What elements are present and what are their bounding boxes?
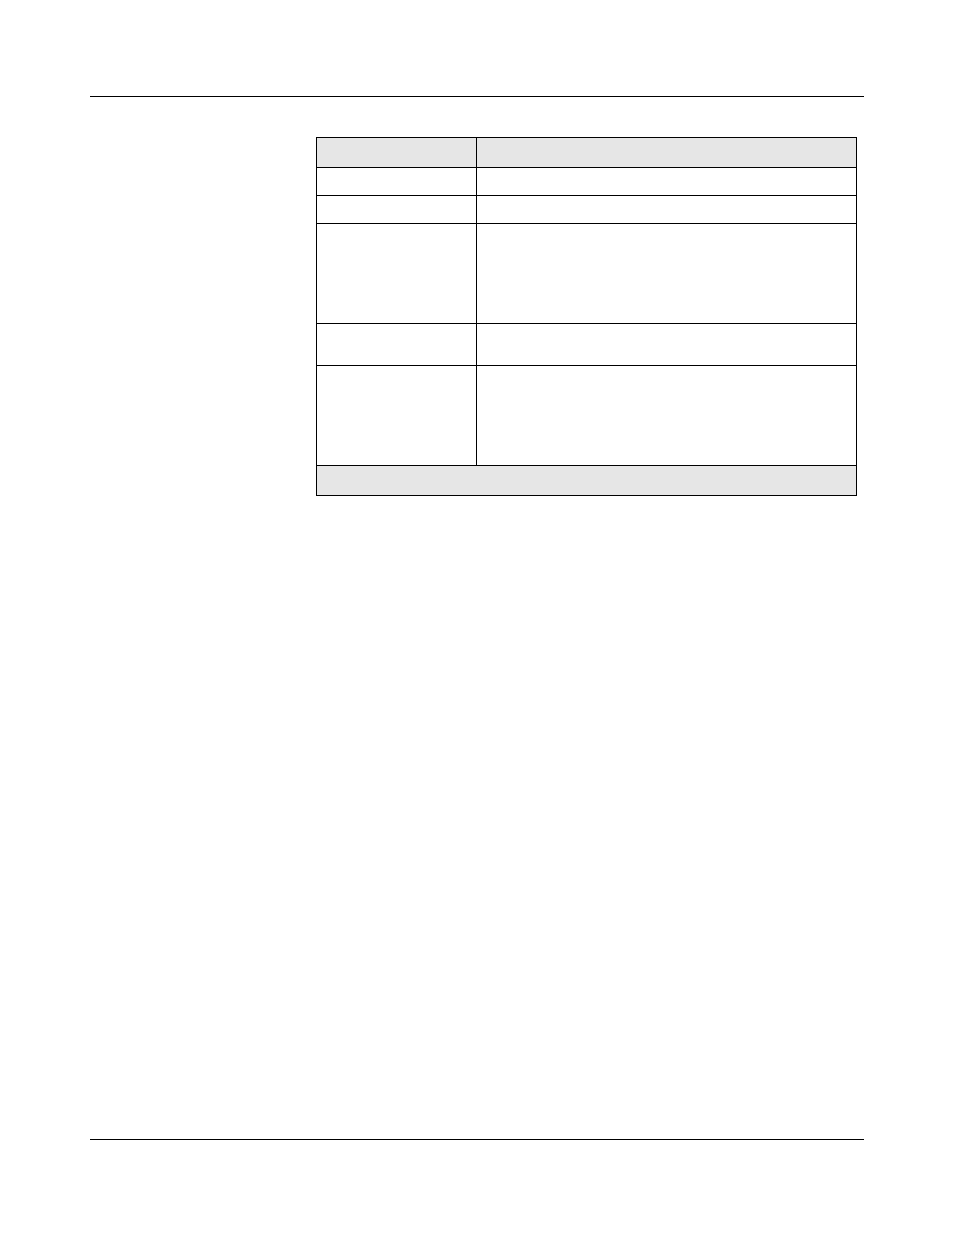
table-cell: [477, 168, 857, 196]
table-cell: [317, 324, 477, 366]
table-row: [317, 168, 857, 196]
table-cell: [317, 168, 477, 196]
table-container: [316, 137, 856, 496]
table-row: [317, 224, 857, 324]
table-header-col2: [477, 138, 857, 168]
data-table: [316, 137, 857, 496]
top-rule: [90, 96, 864, 97]
table-header-row: [317, 138, 857, 168]
table-row: [317, 324, 857, 366]
table-footer-row: [317, 466, 857, 496]
table-cell: [477, 224, 857, 324]
table-cell: [477, 366, 857, 466]
table-footer-cell: [317, 466, 857, 496]
table-cell: [317, 366, 477, 466]
table-row: [317, 196, 857, 224]
table-header-col1: [317, 138, 477, 168]
page: [0, 0, 954, 1235]
table-cell: [317, 224, 477, 324]
table-cell: [477, 196, 857, 224]
bottom-rule: [90, 1139, 864, 1140]
table-row: [317, 366, 857, 466]
table-cell: [317, 196, 477, 224]
table-cell: [477, 324, 857, 366]
